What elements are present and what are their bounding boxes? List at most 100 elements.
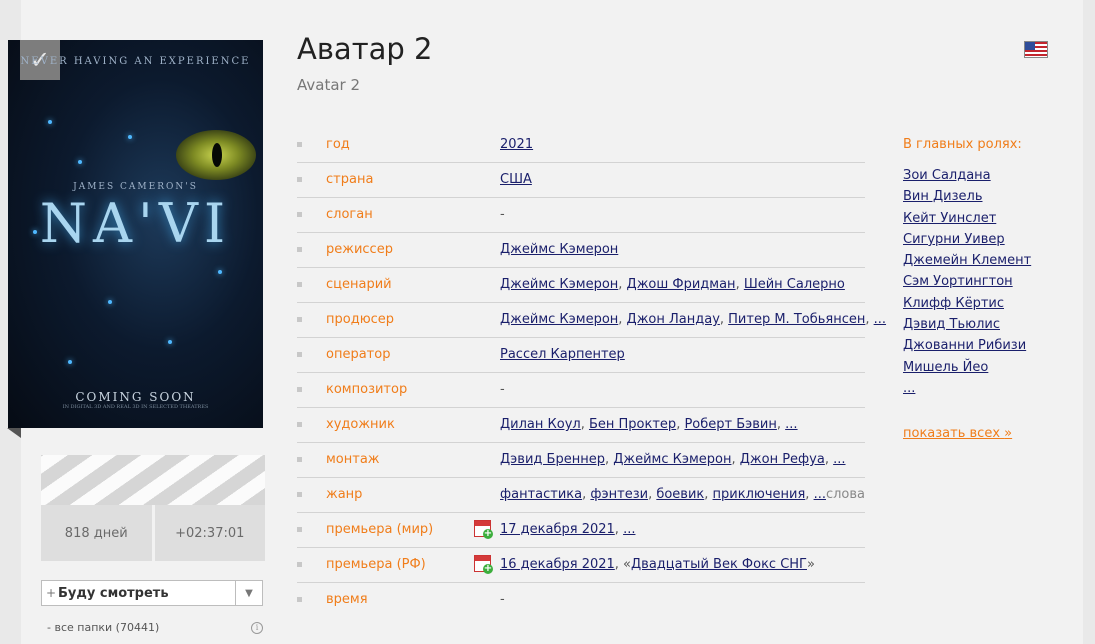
person-link[interactable]: Джеймс Кэмерон xyxy=(500,277,618,292)
row-label: композитор xyxy=(326,382,408,397)
details-row-operator: оператор Рассел Карпентер xyxy=(297,338,865,373)
show-all-label: показать всех xyxy=(903,426,1001,441)
genre-link[interactable]: фантастика xyxy=(500,487,582,502)
genre-link[interactable]: боевик xyxy=(656,487,704,502)
actor-link[interactable]: Сигурни Уивер xyxy=(903,229,1031,250)
show-all-cast-link[interactable]: показать всех » xyxy=(903,426,1012,441)
more-link[interactable]: ... xyxy=(623,522,635,537)
row-label: оператор xyxy=(326,347,391,362)
actor-link[interactable]: Кейт Уинслет xyxy=(903,208,1031,229)
distributor-link[interactable]: Двадцатый Век Фокс СНГ xyxy=(631,557,807,572)
person-link[interactable]: Рассел Карпентер xyxy=(500,347,625,362)
row-label: монтаж xyxy=(326,452,380,467)
row-label: год xyxy=(326,137,350,152)
details-row-director: режиссер Джеймс Кэмерон xyxy=(297,233,865,268)
director-link[interactable]: Джеймс Кэмерон xyxy=(500,242,618,257)
poster-light-dot xyxy=(128,135,132,139)
details-row-country: страна США xyxy=(297,163,865,198)
row-label: сценарий xyxy=(326,277,392,292)
bullet-icon xyxy=(297,597,302,602)
more-link[interactable]: ... xyxy=(785,417,797,432)
person-link[interactable]: Джеймс Кэмерон xyxy=(613,452,731,467)
plus-icon: + xyxy=(45,586,57,600)
details-row-editing: монтаж Дэвид Бреннер, Джеймс Кэмерон, Дж… xyxy=(297,443,865,478)
composer-value: - xyxy=(500,382,505,397)
movie-title: Аватар 2 xyxy=(297,32,433,66)
calendar-add-icon[interactable]: + xyxy=(474,555,493,574)
more-link[interactable]: ... xyxy=(814,487,826,502)
bullet-icon xyxy=(297,317,302,322)
actor-link[interactable]: Вин Дизель xyxy=(903,186,1031,207)
row-label: слоган xyxy=(326,207,373,222)
person-link[interactable]: Шейн Салерно xyxy=(744,277,845,292)
poster-light-dot xyxy=(33,230,37,234)
year-link[interactable]: 2021 xyxy=(500,137,533,152)
info-icon[interactable]: i xyxy=(251,622,263,634)
poster-pupil xyxy=(212,143,222,167)
more-link[interactable]: ... xyxy=(874,312,886,327)
poster-tagline: NEVER HAVING AN EXPERIENCE xyxy=(20,56,251,67)
bullet-icon xyxy=(297,247,302,252)
actor-link[interactable]: Джованни Рибизи xyxy=(903,335,1031,356)
actor-link[interactable]: Мишель Йео xyxy=(903,357,1031,378)
bullet-icon xyxy=(297,457,302,462)
bullet-icon xyxy=(297,422,302,427)
person-link[interactable]: Джош Фридман xyxy=(627,277,736,292)
actor-link[interactable]: Сэм Уортингтон xyxy=(903,271,1031,292)
country-link[interactable]: США xyxy=(500,172,532,187)
row-label: страна xyxy=(326,172,374,187)
poster-light-dot xyxy=(78,160,82,164)
keywords-link[interactable]: слова xyxy=(826,487,865,502)
person-link[interactable]: Дэвид Бреннер xyxy=(500,452,605,467)
row-label: премьера (мир) xyxy=(326,522,434,537)
premiere-date-link[interactable]: 17 декабря 2021 xyxy=(500,522,615,537)
person-link[interactable]: Бен Проктер xyxy=(589,417,676,432)
more-actors-link[interactable]: ... xyxy=(903,378,1031,399)
time-value: - xyxy=(500,592,505,607)
poster-light-dot xyxy=(48,120,52,124)
poster-coming-soon: COMING SOON xyxy=(75,390,196,404)
details-row-screenplay: сценарий Джеймс Кэмерон, Джош Фридман, Ш… xyxy=(297,268,865,303)
details-row-composer: композитор - xyxy=(297,373,865,408)
row-label: художник xyxy=(326,417,395,432)
actor-link[interactable]: Зои Салдана xyxy=(903,165,1031,186)
actor-link[interactable]: Джемейн Клемент xyxy=(903,250,1031,271)
want-to-watch-button[interactable]: + Буду смотреть ▼ xyxy=(41,580,263,606)
details-row-premiere-rf: премьера (РФ) + 16 декабря 2021, «Двадца… xyxy=(297,548,865,583)
poster-light-dot xyxy=(68,360,72,364)
calendar-add-icon[interactable]: + xyxy=(474,520,493,539)
bullet-icon xyxy=(297,282,302,287)
bullet-icon xyxy=(297,492,302,497)
row-label: время xyxy=(326,592,368,607)
all-folders-link[interactable]: - все папки (70441) xyxy=(47,621,159,634)
person-link[interactable]: Дилан Коул xyxy=(500,417,581,432)
person-link[interactable]: Роберт Бэвин xyxy=(684,417,776,432)
us-flag-icon xyxy=(1024,41,1048,58)
more-link[interactable]: ... xyxy=(833,452,845,467)
actor-link[interactable]: Клифф Кёртис xyxy=(903,293,1031,314)
person-link[interactable]: Джеймс Кэмерон xyxy=(500,312,618,327)
row-label: премьера (РФ) xyxy=(326,557,426,572)
person-link[interactable]: Питер М. Тобьянсен xyxy=(728,312,865,327)
poster-light-dot xyxy=(108,300,112,304)
bullet-icon xyxy=(297,352,302,357)
original-title: Avatar 2 xyxy=(297,76,361,94)
genre-link[interactable]: приключения xyxy=(713,487,806,502)
premiere-date-link[interactable]: 16 декабря 2021 xyxy=(500,557,615,572)
poster-light-dot xyxy=(168,340,172,344)
chevron-down-icon[interactable]: ▼ xyxy=(235,581,262,605)
details-row-time: время - xyxy=(297,583,865,618)
movie-poster[interactable]: ✓ NEVER HAVING AN EXPERIENCE JAMES CAMER… xyxy=(8,40,263,428)
genre-link[interactable]: фэнтези xyxy=(590,487,648,502)
cast-heading: В главных ролях: xyxy=(903,137,1022,152)
actor-link[interactable]: Дэвид Тьюлис xyxy=(903,314,1031,335)
movie-duration: +02:37:01 xyxy=(154,505,265,561)
poster-logo: NA'VI xyxy=(39,192,232,255)
clapperboard: 818 дней +02:37:01 xyxy=(41,455,265,561)
slogan-value: - xyxy=(500,207,505,222)
row-label: режиссер xyxy=(326,242,393,257)
row-label: жанр xyxy=(326,487,363,502)
person-link[interactable]: Джон Ландау xyxy=(627,312,720,327)
details-row-slogan: слоган - xyxy=(297,198,865,233)
person-link[interactable]: Джон Рефуа xyxy=(740,452,825,467)
